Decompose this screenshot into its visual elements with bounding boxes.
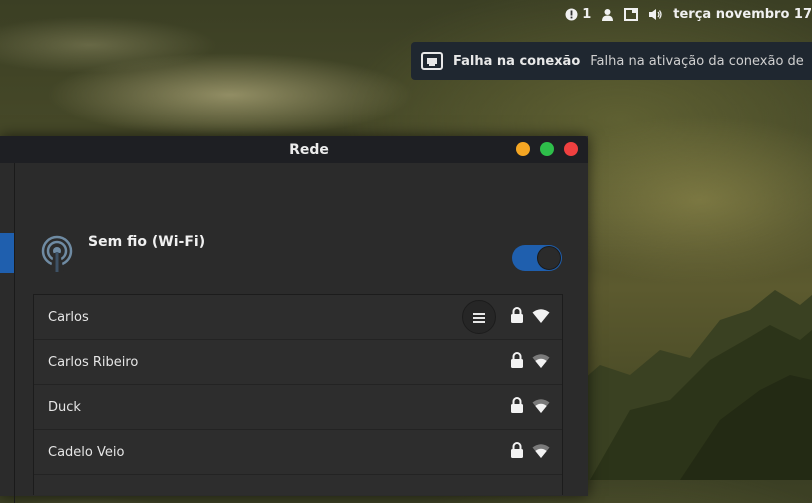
minimize-button[interactable] <box>516 142 530 156</box>
toggle-knob <box>537 246 561 270</box>
network-options-button[interactable] <box>462 300 496 334</box>
network-name: Carlos Ribeiro <box>48 354 139 370</box>
network-status-icons <box>510 385 550 429</box>
wifi-signal-medium-icon <box>532 353 550 372</box>
network-wired-icon <box>421 52 443 70</box>
lock-icon <box>510 352 524 372</box>
notification-title: Falha na conexão <box>453 53 581 69</box>
top-panel: 1 terça novembro 17 <box>565 0 812 28</box>
wifi-toggle[interactable] <box>512 245 562 271</box>
volume-icon[interactable] <box>648 8 663 21</box>
notifications-indicator[interactable]: 1 <box>565 7 591 22</box>
notification-count: 1 <box>582 6 592 22</box>
window-titlebar[interactable]: Rede <box>0 136 588 163</box>
window-title: Rede <box>289 141 329 158</box>
network-row[interactable]: Cadelo Veio <box>34 430 562 475</box>
clock-datetime[interactable]: terça novembro 17 <box>673 7 812 22</box>
wifi-signal-medium-icon <box>532 398 550 417</box>
close-button[interactable] <box>564 142 578 156</box>
sidebar-item-selected[interactable] <box>0 233 14 273</box>
network-name: Cadelo Veio <box>48 444 125 460</box>
network-row[interactable]: Carlos <box>34 295 562 340</box>
wifi-title: Sem fio (Wi-Fi) <box>88 234 206 250</box>
network-name: Carlos <box>48 309 89 325</box>
lock-icon <box>510 397 524 417</box>
network-row[interactable]: Carlos Ribeiro <box>34 340 562 385</box>
network-status-icons <box>510 430 550 474</box>
network-status-icons <box>462 295 550 339</box>
wifi-signal-medium-icon <box>532 443 550 462</box>
network-status-icons <box>510 340 550 384</box>
network-name: Duck <box>48 399 81 415</box>
wifi-antenna-icon <box>40 234 74 278</box>
alert-icon <box>565 8 578 21</box>
wifi-header: Sem fio (Wi-Fi) <box>40 234 205 278</box>
notification-banner[interactable]: Falha na conexão Falha na ativação da co… <box>411 42 812 80</box>
network-settings-window: Rede Sem fio (Wi-Fi) Carlos Carlos Ribei… <box>0 136 588 503</box>
lock-icon <box>510 442 524 462</box>
background-mountains <box>560 290 812 480</box>
notification-body: Falha na ativação da conexão de <box>590 53 804 69</box>
user-icon[interactable] <box>601 8 614 21</box>
lock-icon <box>510 307 524 327</box>
window-controls <box>516 142 578 156</box>
maximize-button[interactable] <box>540 142 554 156</box>
wifi-signal-strong-icon <box>532 308 550 327</box>
menu-icon <box>473 308 485 327</box>
sidebar-divider <box>14 163 15 503</box>
network-list: Carlos Carlos Ribeiro Duck Cadelo Veio <box>33 294 563 495</box>
network-row[interactable]: Duck <box>34 385 562 430</box>
screen-share-icon[interactable] <box>624 7 639 21</box>
